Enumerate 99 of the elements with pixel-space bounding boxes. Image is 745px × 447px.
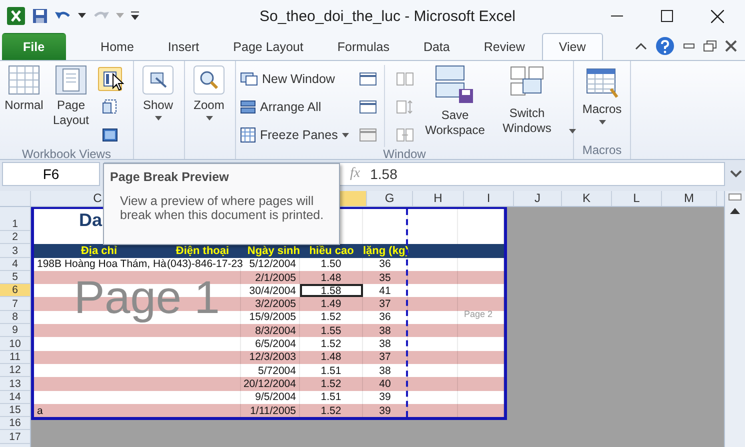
ribbon-tab[interactable]: View <box>542 33 603 60</box>
window-title: So_theo_doi_the_luc - Microsoft Excel <box>258 8 516 24</box>
row-header[interactable]: 1 <box>0 209 30 231</box>
column-title: Điện thoại <box>174 244 230 258</box>
column-header[interactable]: J <box>514 191 562 206</box>
full-screen-icon <box>102 128 118 142</box>
table-cell: 39 <box>363 404 408 418</box>
row-header[interactable]: 16 <box>0 417 30 430</box>
custom-views-icon <box>102 99 118 115</box>
scroll-up-icon[interactable] <box>729 207 741 215</box>
column-header[interactable]: H <box>413 191 464 206</box>
normal-view-button[interactable]: Normal <box>4 65 44 147</box>
column-header[interactable]: L <box>612 191 662 206</box>
show-button[interactable]: Show <box>138 65 178 159</box>
window-command[interactable]: Freeze Panes <box>240 123 352 147</box>
caret-icon <box>598 120 606 125</box>
magnifier-icon <box>193 65 225 95</box>
row-header[interactable]: 3 <box>0 244 30 258</box>
table-cell: 1/11/2005 <box>241 404 300 418</box>
split-icon <box>359 72 377 86</box>
arrange-all-icon <box>240 100 256 114</box>
excel-logo-icon <box>6 6 26 26</box>
maximize-icon[interactable] <box>661 10 673 22</box>
column-header[interactable]: I <box>464 191 514 206</box>
minimize-icon[interactable] <box>683 42 695 50</box>
row-header[interactable]: 14 <box>0 390 30 404</box>
file-tab[interactable]: File <box>2 33 66 60</box>
caret-icon <box>569 129 576 134</box>
show-icon <box>142 65 174 95</box>
save-workspace-button[interactable]: Save Workspace <box>421 65 489 147</box>
macros-button[interactable]: Macros <box>578 65 626 143</box>
column-header[interactable]: M <box>662 191 717 206</box>
vertical-scrollbar[interactable] <box>724 191 745 447</box>
function-label: fx <box>350 166 360 182</box>
caret-icon <box>154 116 162 121</box>
reset-position-icon <box>396 128 414 142</box>
window-command[interactable]: New Window <box>240 67 352 91</box>
ribbon-tab[interactable]: Review <box>466 33 542 60</box>
group-label: Macros <box>581 143 623 159</box>
tooltip-title: Page Break Preview <box>110 170 230 184</box>
help-icon[interactable] <box>655 36 675 56</box>
ribbon-tab[interactable]: Page Layout <box>216 33 320 60</box>
close-icon[interactable] <box>725 40 737 52</box>
collapse-ribbon-icon[interactable] <box>635 42 647 50</box>
row-header[interactable]: 7 <box>0 297 30 311</box>
caret-icon <box>116 13 124 19</box>
customize-toolbar-icon[interactable] <box>130 10 140 22</box>
row-header[interactable]: 4 <box>0 258 30 271</box>
column-title: Địa chỉ <box>80 244 118 258</box>
page-number-label: Page 2 <box>464 309 493 320</box>
group-label: Workbook Views <box>21 147 112 161</box>
caret-icon <box>206 116 212 121</box>
cursor-icon <box>112 73 124 91</box>
column-title: Ngày sinh <box>246 244 300 258</box>
window-command[interactable]: Arrange All <box>240 95 352 119</box>
sync-scroll-icon <box>396 100 414 114</box>
sheet-title: Da <box>79 210 102 230</box>
page-layout-button[interactable]: Page Layout <box>48 65 94 147</box>
zoom-button[interactable]: Zoom <box>189 65 229 159</box>
column-header[interactable]: K <box>562 191 612 206</box>
table-cell: 1.58 <box>300 284 363 298</box>
row-header[interactable]: 12 <box>0 364 30 378</box>
table-cell: 1.48 <box>300 270 363 284</box>
row-header[interactable]: 2 <box>0 231 30 244</box>
two-pages-icon <box>396 72 414 86</box>
row-header[interactable]: 17 <box>0 430 30 444</box>
column-title: hiều cao <box>308 244 355 258</box>
row-header[interactable]: 9 <box>0 324 30 338</box>
ribbon-tab[interactable]: Home <box>84 33 151 60</box>
ribbon-tab[interactable]: Insert <box>150 33 216 60</box>
switch-windows-label: Switch Windows <box>502 106 552 136</box>
row-header[interactable]: 10 <box>0 337 30 351</box>
group-label: Window <box>382 147 427 161</box>
grid-icon <box>8 65 40 95</box>
table-cell: 1.52 <box>300 404 363 418</box>
expand-icon[interactable] <box>729 169 743 179</box>
ribbon-tab[interactable]: Data <box>406 33 467 60</box>
table-cell-text: a <box>36 404 44 418</box>
row-header[interactable]: 15 <box>0 404 30 418</box>
row-header[interactable]: 13 <box>0 377 30 391</box>
windows-save-icon <box>435 65 475 105</box>
page-icon <box>55 65 87 95</box>
close-icon[interactable] <box>710 10 724 22</box>
column-header[interactable]: G <box>367 191 413 206</box>
switch-windows-button[interactable]: Switch Windows <box>493 65 561 147</box>
row-header[interactable]: 8 <box>0 310 30 324</box>
restore-icon[interactable] <box>703 40 717 52</box>
row-header[interactable]: 11 <box>0 350 30 364</box>
name-box[interactable]: F6 <box>2 162 100 186</box>
window-icon <box>359 100 377 114</box>
caret-icon <box>78 13 86 19</box>
table-cell-text: 198B Hoàng Hoa Thám, Hà <box>36 258 164 271</box>
ribbon-tab[interactable]: Formulas <box>320 33 406 60</box>
save-icon[interactable] <box>32 8 48 24</box>
split-box-icon[interactable] <box>728 193 742 201</box>
row-header[interactable]: 6 <box>0 284 30 298</box>
new-window-icon <box>240 72 258 86</box>
freeze-panes-icon <box>240 127 256 143</box>
window-icon <box>359 128 377 142</box>
